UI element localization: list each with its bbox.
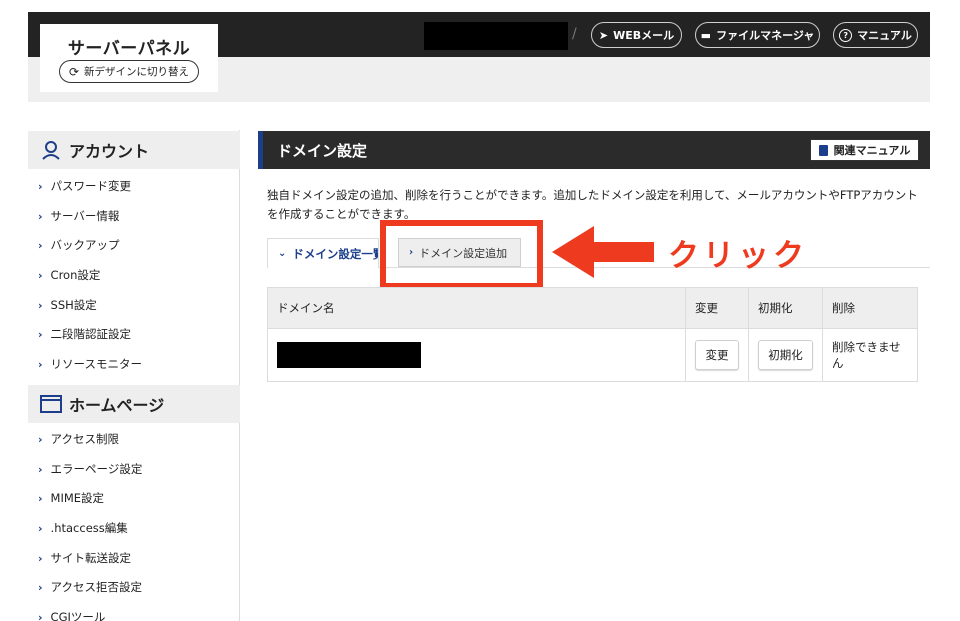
sidebar-item-cgi-tools[interactable]: › CGIツール [38, 609, 105, 621]
chevron-right-icon: › [38, 610, 43, 621]
chevron-right-icon: › [38, 238, 43, 252]
refresh-icon: ⟳ [68, 64, 80, 79]
init-cell: 初期化 [748, 328, 823, 382]
help-icon: ? [839, 28, 853, 42]
sidebar-item-label: Cron設定 [50, 268, 101, 282]
sidebar-item-server-info[interactable]: › サーバー情報 [38, 208, 119, 224]
sidebar-item-cron[interactable]: › Cron設定 [38, 267, 100, 283]
sidebar-item-backup[interactable]: › バックアップ [38, 237, 120, 253]
change-cell: 変更 [685, 328, 749, 382]
redacted-domain-name [277, 342, 421, 368]
page-description: 独自ドメイン設定の追加、削除を行うことができます。追加したドメイン設定を利用して… [267, 188, 918, 221]
sidebar-item-label: MIME設定 [50, 491, 105, 505]
column-header: 初期化 [748, 287, 823, 329]
sidebar-item-label: アクセス制限 [50, 432, 119, 446]
tab-domain-list[interactable]: ⌄ ドメイン設定一覧 [267, 238, 379, 268]
sidebar-item-label: サイト転送設定 [50, 551, 132, 565]
sidebar-item-label: サーバー情報 [50, 209, 120, 223]
sidebar-item-ssh[interactable]: › SSH設定 [38, 297, 97, 313]
manual-button[interactable]: ? マニュアル [833, 22, 918, 48]
sidebar-item-2fa[interactable]: › 二段階認証設定 [38, 326, 131, 342]
file-manager-button[interactable]: ▬ ファイルマネージャ [695, 22, 820, 48]
change-button[interactable]: 変更 [695, 340, 739, 370]
sidebar-item-password[interactable]: › パスワード変更 [38, 178, 131, 194]
sidebar-item-label: .htaccess編集 [50, 521, 128, 535]
chevron-right-icon: › [38, 432, 43, 446]
column-header: 削除 [822, 287, 918, 329]
sidebar-section-title: アカウント [69, 142, 150, 161]
chevron-right-icon: › [38, 327, 43, 341]
chevron-right-icon: › [38, 521, 43, 535]
column-header: 変更 [685, 287, 749, 329]
chevron-right-icon: › [38, 551, 43, 565]
chevron-right-icon: › [38, 179, 43, 193]
sidebar-item-access-restriction[interactable]: › アクセス制限 [38, 431, 119, 447]
sidebar-section-account: アカウント [28, 131, 240, 169]
chevron-right-icon: › [38, 298, 43, 312]
domain-name-cell [267, 328, 686, 382]
chevron-right-icon: › [38, 357, 43, 371]
sidebar-item-site-redirect[interactable]: › サイト転送設定 [38, 550, 131, 566]
sidebar-item-mime[interactable]: › MIME設定 [38, 490, 104, 506]
webmail-button[interactable]: ➤ WEBメール [591, 22, 682, 48]
chevron-right-icon: › [38, 580, 43, 594]
arrow-left-icon [552, 226, 654, 278]
webmail-label: WEBメール [613, 29, 675, 42]
sidebar-item-label: バックアップ [50, 238, 120, 252]
sidebar-item-resource-monitor[interactable]: › リソースモニター [38, 356, 142, 372]
folder-icon: ▬ [700, 28, 712, 42]
sidebar-item-label: アクセス拒否設定 [50, 580, 142, 594]
sidebar-item-label: 二段階認証設定 [50, 327, 132, 341]
click-annotation: クリック [668, 238, 808, 274]
chevron-right-icon: › [38, 491, 43, 505]
logo-panel: サーバーパネル ⟳ 新デザインに切り替え [40, 24, 218, 92]
table-header-row: ドメイン名 変更 初期化 削除 [267, 287, 918, 329]
sidebar-item-label: パスワード変更 [50, 179, 132, 193]
chevron-right-icon: › [38, 209, 43, 223]
logo-title: サーバーパネル [67, 39, 191, 59]
sidebar: アカウント › パスワード変更 › サーバー情報 › バックアップ › Cron… [28, 130, 240, 621]
sidebar-item-label: エラーページ設定 [50, 462, 143, 476]
sidebar-item-label: リソースモニター [50, 357, 142, 371]
chevron-right-icon: › [38, 268, 43, 282]
browser-window-icon [39, 395, 63, 413]
redacted-account-name [424, 22, 568, 50]
delete-cell: 削除できません [822, 328, 918, 382]
column-header: ドメイン名 [267, 287, 686, 329]
sidebar-item-error-page[interactable]: › エラーページ設定 [38, 461, 142, 477]
book-icon [818, 144, 828, 156]
highlight-box [380, 220, 543, 289]
chevron-right-icon: › [38, 462, 43, 476]
chevron-down-icon: ⌄ [278, 248, 287, 259]
page-title-bar: ドメイン設定 関連マニュアル [258, 131, 930, 169]
initialize-button[interactable]: 初期化 [758, 340, 813, 370]
sidebar-item-label: CGIツール [50, 610, 106, 621]
related-manual-button[interactable]: 関連マニュアル [810, 139, 919, 161]
sidebar-item-htaccess[interactable]: › .htaccess編集 [38, 520, 128, 536]
file-manager-label: ファイルマネージャ [716, 29, 815, 42]
paper-plane-icon: ➤ [598, 28, 609, 42]
sidebar-section-homepage: ホームページ [28, 385, 240, 423]
path-separator: / [572, 26, 577, 42]
user-icon [39, 140, 63, 160]
tab-domain-list-label: ドメイン設定一覧 [292, 246, 379, 261]
sidebar-section-title: ホームページ [69, 396, 165, 415]
sidebar-item-access-deny[interactable]: › アクセス拒否設定 [38, 579, 142, 595]
manual-label: マニュアル [857, 29, 912, 42]
page-title: ドメイン設定 [277, 142, 368, 160]
switch-design-label: 新デザインに切り替え [84, 66, 190, 78]
related-manual-label: 関連マニュアル [833, 144, 911, 157]
switch-design-button[interactable]: ⟳ 新デザインに切り替え [59, 60, 199, 83]
sidebar-item-label: SSH設定 [50, 298, 97, 312]
table-row: 変更 初期化 削除できません [267, 328, 918, 382]
domain-table: ドメイン名 変更 初期化 削除 変更 初期化 削除できません [267, 287, 918, 382]
